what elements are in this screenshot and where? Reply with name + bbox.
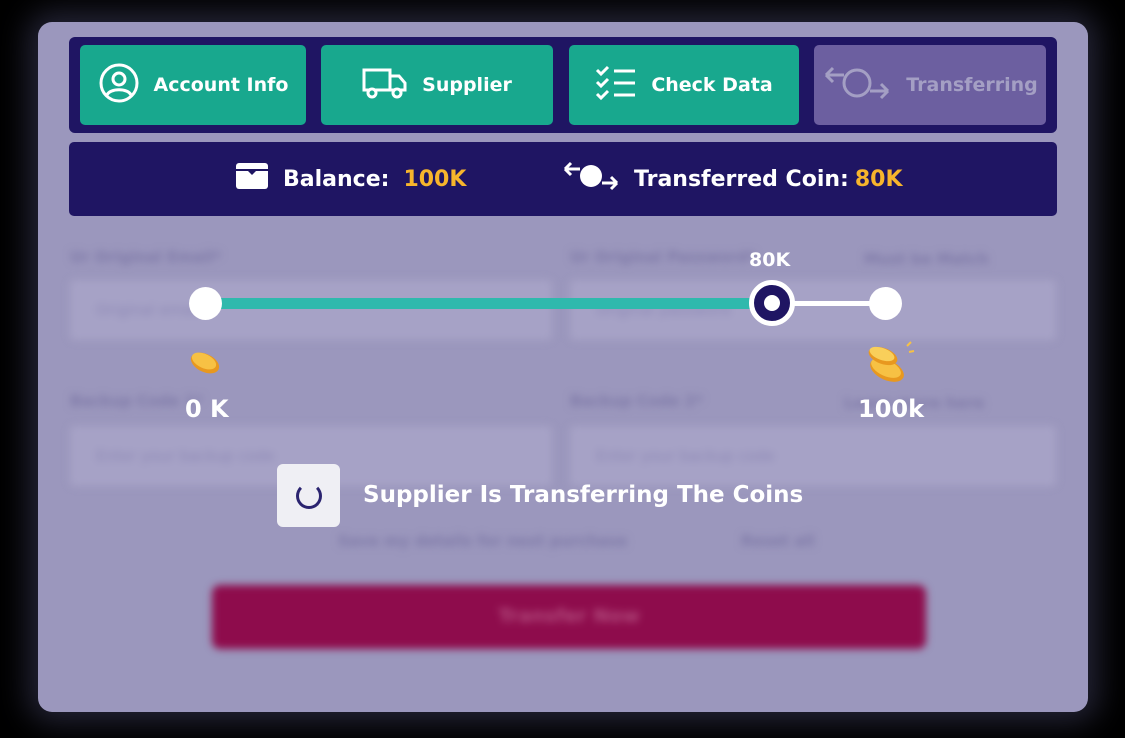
backup2-field[interactable]: Enter your backup code [570,426,1056,486]
transfer-arrows-icon [822,63,892,108]
tab-label: Transferring [906,74,1038,96]
spinner-icon [295,482,322,509]
password-label: Ur Original Password* [570,248,756,266]
transfer-now-label: Transfer Now [498,605,640,627]
checklist-icon [595,65,637,106]
coin-stack-icon [861,340,915,390]
step-tabs: Account Info Supplier Check Data Transfe… [69,37,1057,133]
backup1-placeholder: Enter your backup code [96,447,275,465]
transfer-card: Account Info Supplier Check Data Transfe… [38,22,1088,712]
transferred-label: Transferred Coin: [634,166,849,192]
transferred-value: 80K [854,166,903,192]
reset-all-link[interactable]: Reset all [741,532,815,550]
tab-supplier[interactable]: Supplier [321,45,553,125]
slider-track-fill [205,298,771,309]
password-field[interactable]: Original password [570,280,1056,340]
tab-check-data[interactable]: Check Data [569,45,799,125]
coin-icon [186,346,224,382]
backup1-label: Backup Code 1* [70,392,203,410]
password-hint-link[interactable]: Must be Match [864,250,989,268]
status-message: Supplier Is Transferring The Coins [363,482,804,508]
slider-handle[interactable] [749,280,795,326]
tab-label: Check Data [651,74,773,96]
backup2-placeholder: Enter your backup code [596,447,775,465]
email-label: Ur Original Email* [70,248,222,266]
balance-group: Balance: 100K [235,142,466,216]
balance-label: Balance: [283,166,390,192]
balance-value: 100K [403,166,467,192]
save-details-checkbox[interactable]: Save my details for next purchase [338,532,627,550]
user-circle-icon [98,62,140,109]
coin-transfer-icon [562,159,620,199]
slider-current-value: 80K [749,249,791,271]
balance-bar: Balance: 100K Transferred Coin: 80K [69,142,1057,216]
transfer-now-button[interactable]: Transfer Now [212,585,926,649]
truck-icon [362,66,408,105]
email-placeholder: Original email [96,301,201,319]
backup2-label: Backup Code 2* [570,392,703,410]
email-field[interactable]: Original email [70,280,552,340]
slider-max-knob [869,287,902,320]
tab-label: Supplier [422,74,512,96]
tab-account-info[interactable]: Account Info [80,45,306,125]
loading-indicator [277,464,340,527]
slider-min-label: 0 K [185,395,229,423]
slider-max-label: 100k [858,395,925,423]
slider-min-knob [189,287,222,320]
transferred-group: Transferred Coin: 80K [562,142,903,216]
tab-transferring: Transferring [814,45,1046,125]
tab-label: Account Info [153,74,289,96]
wallet-icon [235,162,269,196]
